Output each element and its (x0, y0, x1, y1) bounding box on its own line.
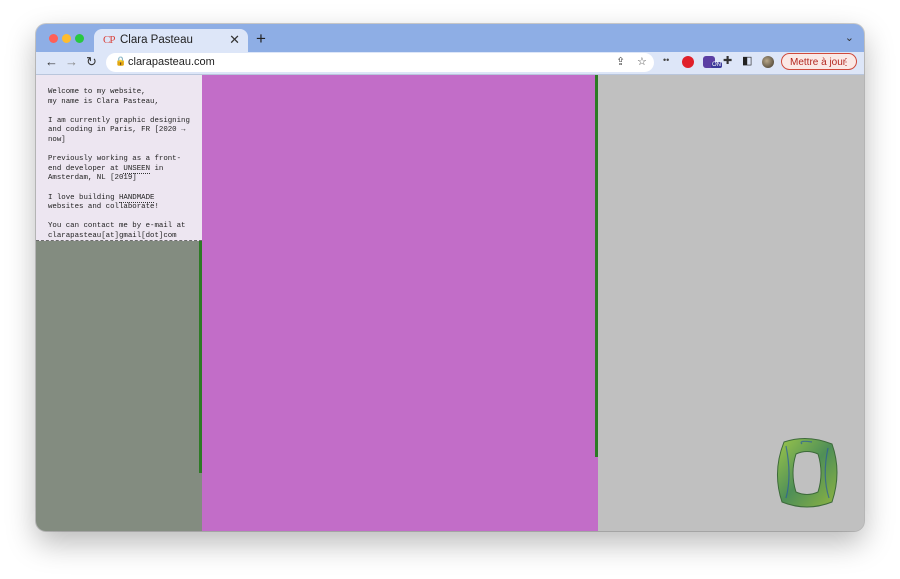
tab-search-chevron-icon[interactable]: ⌄ (845, 31, 854, 44)
more-menu-icon[interactable]: ⋮ (841, 54, 851, 71)
tab-strip: CP Clara Pasteau ✕ + ⌄ (36, 24, 864, 52)
side-panel-icon[interactable]: ◧ (742, 54, 754, 67)
url-text[interactable]: clarapasteau.com (128, 56, 215, 68)
share-icon[interactable]: ⇪ (616, 55, 625, 68)
bio-greeting: Welcome to my website, my name is Clara … (48, 88, 159, 106)
bio-contact: You can contact me by e-mail at clarapas… (48, 222, 190, 240)
column-divider (595, 75, 598, 457)
reload-button[interactable]: ↻ (86, 54, 97, 70)
middle-column (202, 75, 598, 531)
browser-window: CP Clara Pasteau ✕ + ⌄ ← → ↻ 🔒 clarapast… (36, 24, 864, 531)
close-window-button[interactable] (49, 34, 58, 43)
bio-current: I am currently graphic designing and cod… (48, 116, 195, 144)
minimize-window-button[interactable] (62, 34, 71, 43)
extensions-puzzle-icon[interactable]: ✚ (723, 54, 735, 67)
browser-toolbar: ← → ↻ 🔒 clarapasteau.com ⇪ ☆ •• ON ✚ ◧ M… (36, 52, 864, 75)
bio-panel[interactable]: Welcome to my website, my name is Clara … (36, 75, 202, 241)
zoom-window-button[interactable] (75, 34, 84, 43)
close-tab-icon[interactable]: ✕ (229, 32, 240, 48)
forward-button[interactable]: → (65, 54, 78, 69)
profile-avatar[interactable] (762, 56, 774, 68)
tab-title: Clara Pasteau (120, 34, 193, 46)
new-tab-button[interactable]: + (256, 29, 266, 49)
bio-text: I love building (48, 193, 119, 202)
update-button[interactable]: Mettre à jour ⋮ (781, 53, 857, 70)
lock-icon[interactable]: 🔒 (115, 56, 126, 67)
bio-previous: Previously working as a front-end develo… (48, 155, 194, 184)
favicon-icon: CP (103, 34, 116, 46)
address-bar[interactable]: 🔒 clarapasteau.com ⇪ ☆ (106, 53, 654, 72)
extension-badge: ON (711, 62, 722, 68)
password-key-icon[interactable]: •• (663, 55, 669, 65)
unseen-link[interactable]: UNSEEN (123, 164, 151, 174)
tab-clara-pasteau[interactable]: CP Clara Pasteau ✕ (94, 29, 248, 52)
back-button[interactable]: ← (45, 54, 58, 69)
page-viewport: Welcome to my website, my name is Clara … (36, 75, 864, 531)
handmade-link[interactable]: HANDMADE (118, 193, 155, 203)
update-button-label: Mettre à jour (790, 57, 847, 68)
bio-interests: I love building HANDMADE websites and co… (48, 193, 194, 213)
o-logo-icon[interactable] (772, 436, 842, 510)
bookmark-star-icon[interactable]: ☆ (637, 55, 647, 68)
adblock-extension-icon[interactable] (682, 56, 694, 68)
